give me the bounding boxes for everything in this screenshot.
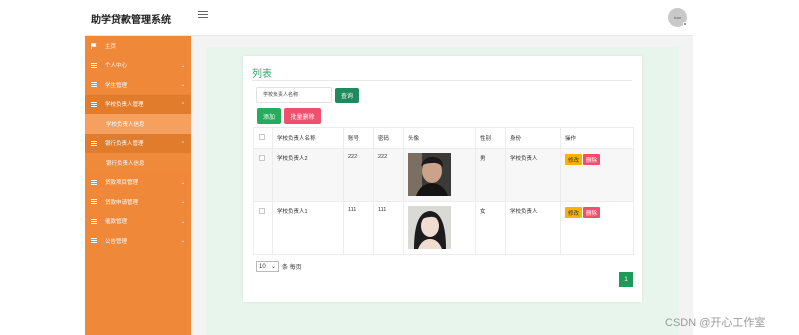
role-cell: 学校负责人 (505, 148, 561, 202)
list-icon (91, 199, 98, 205)
edit-button[interactable]: 修改 (565, 154, 583, 165)
chevron-down-icon: ⌄ (180, 238, 185, 244)
menu-toggle-icon[interactable] (198, 11, 208, 21)
batch-delete-button[interactable]: 批量删除 (284, 108, 321, 124)
data-table: 学校负责人名称 账号 密码 头像 性别 身份 操作 学校负责人2 222 222 (253, 127, 634, 255)
avatar-photo-male (408, 153, 451, 196)
chevron-down-icon: ⌄ (180, 82, 185, 88)
password-cell: 222 (373, 148, 404, 202)
gender-cell: 女 (475, 201, 506, 255)
row-checkbox[interactable] (259, 208, 265, 214)
list-icon (91, 82, 98, 88)
list-icon (91, 62, 98, 68)
sidebar-item-students[interactable]: 学生管理 ⌄ (85, 75, 191, 95)
list-card: 列表 查询 添加 批量删除 学校负责人名称 账号 密码 头像 性别 身份 操作 … (243, 56, 642, 302)
divider (252, 80, 632, 81)
app-title: 助学贷款管理系统 (91, 15, 171, 26)
name-cell: 学校负责人2 (272, 148, 344, 202)
sidebar-subitem-bank-manager-info[interactable]: 银行负责人信息 (85, 153, 191, 173)
list-icon (91, 218, 98, 224)
column-header[interactable]: 身份 (505, 127, 561, 149)
sidebar-item-label: 贷款项目管理 (105, 180, 139, 187)
add-button[interactable]: 添加 (257, 108, 281, 124)
sidebar-item-announcements[interactable]: 公告管理 ⌄ (85, 231, 191, 251)
list-icon (91, 101, 98, 107)
sidebar-item-label: 主页 (105, 43, 117, 50)
sidebar-item-loan-applications[interactable]: 贷款申请管理 ⌄ (85, 192, 191, 212)
select-all-cell (253, 127, 273, 149)
edit-button[interactable]: 修改 (565, 207, 583, 218)
chevron-down-icon: ⌄ (270, 264, 276, 270)
row-checkbox[interactable] (259, 155, 265, 161)
page-title: 列表 (252, 69, 272, 80)
avatar-cell (403, 201, 476, 255)
chevron-down-icon: ⌄ (180, 179, 185, 186)
sidebar-item-label: 学校负责人管理 (105, 102, 144, 109)
status-dot-icon (683, 22, 687, 26)
avatar-cell (403, 148, 476, 202)
per-page-label: 条 每页 (282, 265, 302, 271)
page-button-current[interactable]: 1 (619, 272, 633, 287)
page-size-value: 10 (259, 263, 266, 270)
chevron-down-icon: ⌄ (180, 218, 185, 225)
sidebar-item-school-manager[interactable]: 学校负责人管理 ⌃ (85, 94, 191, 114)
list-icon (91, 179, 98, 185)
sidebar-item-profile[interactable]: 个人中心 ⌄ (85, 56, 191, 76)
account-cell: 111 (343, 201, 374, 255)
table-row: 学校负责人2 222 222 男 学校负责人 修改 删除 (253, 148, 634, 202)
avatar-photo-female (408, 206, 451, 249)
search-input[interactable] (256, 87, 332, 103)
account-cell: 222 (343, 148, 374, 202)
sidebar-subitem-school-manager-info[interactable]: 学校负责人信息 (85, 114, 191, 134)
actions-cell: 修改 删除 (560, 148, 634, 202)
sidebar: 主页 个人中心 ⌄ 学生管理 ⌄ 学校负责人管理 ⌃ 学校负责人信息 银行负责人… (85, 36, 191, 335)
gender-cell: 男 (475, 148, 506, 202)
top-bar: 助学贷款管理系统 lcon (85, 0, 693, 36)
sidebar-item-loan-projects[interactable]: 贷款项目管理 ⌄ (85, 173, 191, 193)
sidebar-item-label: 贷款申请管理 (105, 199, 139, 206)
chevron-up-icon: ⌃ (180, 140, 185, 147)
search-button[interactable]: 查询 (335, 88, 359, 103)
password-cell: 111 (373, 201, 404, 255)
list-icon (91, 140, 98, 146)
role-cell: 学校负责人 (505, 201, 561, 255)
sidebar-item-label: 个人中心 (105, 63, 128, 70)
column-header[interactable]: 密码 (373, 127, 404, 149)
sidebar-item-collections[interactable]: 催款管理 ⌄ (85, 212, 191, 232)
row-select-cell (253, 201, 273, 255)
row-select-cell (253, 148, 273, 202)
delete-button[interactable]: 删除 (583, 207, 601, 218)
flag-icon (91, 42, 97, 49)
chevron-down-icon: ⌄ (180, 62, 185, 69)
sidebar-item-label: 公告管理 (105, 238, 128, 245)
chevron-up-icon: ⌃ (180, 101, 185, 108)
chevron-down-icon: ⌄ (180, 199, 185, 205)
column-header: 操作 (560, 127, 634, 149)
name-cell: 学校负责人1 (272, 201, 344, 255)
column-header[interactable]: 性别 (475, 127, 506, 149)
sidebar-item-label: 银行负责人管理 (105, 141, 144, 148)
list-icon (91, 238, 98, 244)
column-header[interactable]: 账号 (343, 127, 374, 149)
select-all-checkbox[interactable] (259, 134, 265, 140)
actions-cell: 修改 删除 (560, 201, 634, 255)
sidebar-item-label: 催款管理 (105, 219, 128, 226)
column-header[interactable]: 学校负责人名称 (272, 127, 344, 149)
sidebar-item-home[interactable]: 主页 (85, 36, 191, 56)
sidebar-item-bank-manager[interactable]: 银行负责人管理 ⌃ (85, 133, 191, 153)
page-size-select[interactable]: 10 ⌄ (256, 261, 279, 272)
delete-button[interactable]: 删除 (583, 154, 601, 165)
table-row: 学校负责人1 111 111 女 学校负责人 修改 删除 (253, 201, 634, 255)
watermark: CSDN @开心工作室 (665, 317, 766, 329)
table-header-row: 学校负责人名称 账号 密码 头像 性别 身份 操作 (253, 127, 634, 149)
sidebar-item-label: 学生管理 (105, 82, 128, 89)
column-header[interactable]: 头像 (403, 127, 476, 149)
